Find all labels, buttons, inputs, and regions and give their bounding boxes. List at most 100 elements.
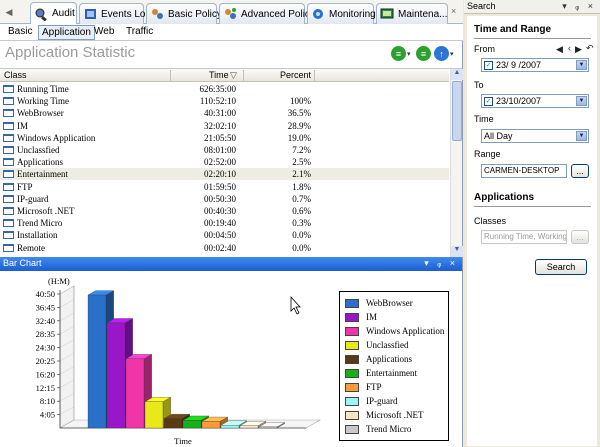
row-time: 40:31:00 — [203, 108, 236, 119]
tab-advanced-policy[interactable]: Advanced Policy — [219, 3, 315, 24]
legend-item: IP-guard — [345, 396, 450, 407]
table-row[interactable]: IM 32:02:10 28.9% — [0, 120, 449, 132]
tab-label: Monitoring — [329, 8, 376, 20]
tab-audit[interactable]: Audit — [30, 2, 77, 24]
row-class: Applications — [17, 157, 63, 168]
prev-arrow-icon[interactable]: ◀ — [556, 44, 563, 55]
range-browse-button[interactable]: ... — [571, 164, 589, 178]
refresh-button[interactable]: ≡ — [416, 46, 431, 61]
subtab-traffic[interactable]: Traffic — [123, 25, 156, 40]
table-row[interactable]: Microsoft .NET 00:40:30 0.6% — [0, 205, 449, 217]
table-row[interactable]: Windows Application 21:05:50 19.0% — [0, 132, 449, 144]
subtab-basic[interactable]: Basic — [5, 25, 35, 40]
application-class-icon — [3, 133, 14, 142]
legend-item: WebBrowser — [345, 298, 450, 309]
navigate-dropdown-icon[interactable]: ▾ — [450, 50, 456, 58]
table-row[interactable]: Running Time 626:35:00 — [0, 83, 449, 95]
search-button[interactable]: Search — [535, 259, 587, 275]
table-row[interactable]: Trend Micro 00:19:40 0.3% — [0, 217, 449, 229]
view-mode-button[interactable]: ≡ — [391, 46, 406, 61]
legend-swatch — [345, 369, 359, 378]
application-class-icon — [3, 170, 14, 179]
table-row[interactable]: Unclassfied 08:01:00 7.2% — [0, 144, 449, 156]
row-percent: 1.8% — [292, 181, 311, 192]
row-class: Unclassfied — [17, 145, 60, 155]
row-class: Running Time — [17, 84, 69, 94]
row-class: IM — [17, 120, 28, 131]
row-time: 02:52:00 — [203, 157, 236, 168]
table-row[interactable]: IP-guard 00:50:30 0.7% — [0, 193, 449, 205]
column-header-percent[interactable]: Percent — [280, 70, 311, 80]
divider — [474, 38, 591, 39]
bar — [201, 421, 221, 429]
to-date-field[interactable]: ✓ 23/10/2007 ▼ — [481, 94, 589, 108]
table-row[interactable]: WebBrowser 40:31:00 36.5% — [0, 107, 449, 119]
subtab-application[interactable]: Application — [38, 25, 95, 40]
table-row[interactable]: FTP 01:59:50 1.8% — [0, 181, 449, 193]
panel-controls-icon[interactable]: ▾ ᵩ × — [562, 1, 596, 12]
search-panel-title: Search — [467, 1, 496, 11]
range-field[interactable]: CARMEN-DESKTOP — [481, 164, 567, 178]
table-scrollbar[interactable]: ▲ ▼ — [450, 69, 463, 257]
navigate-button[interactable]: ↑ — [434, 46, 449, 61]
panel-controls-icon[interactable]: ▾ ᵩ × — [424, 258, 458, 269]
tab-basic-policy[interactable]: Basic Policy — [146, 3, 222, 24]
next-arrow-icon[interactable]: ▶ — [575, 44, 582, 55]
legend-label: Entertainment — [366, 368, 417, 378]
range-label: Range — [474, 149, 501, 159]
main-window: ◀ Audit Events Log Basic Policy Advanced… — [0, 0, 463, 447]
application-class-icon — [3, 231, 14, 240]
statistic-subtabs: Basic Application Web Traffic — [0, 24, 463, 41]
to-checkbox-icon[interactable]: ✓ — [484, 97, 493, 106]
time-select[interactable]: All Day ▼ — [481, 129, 589, 143]
row-class: Remote — [17, 242, 45, 253]
statistic-table: Class Time ▽ Percent Running Time 626:35:… — [0, 68, 463, 257]
bar-chart-titlebar: Bar Chart ▾ ᵩ × — [0, 257, 462, 271]
bar — [220, 425, 240, 429]
reset-arrow-icon[interactable]: ↶ — [586, 43, 594, 54]
chevron-down-icon[interactable]: ▼ — [576, 60, 587, 70]
column-header-class[interactable]: Class — [4, 70, 27, 80]
bar-chart-title: Bar Chart — [3, 258, 42, 268]
legend-label: IM — [366, 312, 377, 322]
tab-monitoring[interactable]: Monitoring — [307, 3, 376, 24]
table-row[interactable]: Installation 00:04:50 0.0% — [0, 229, 449, 241]
table-row[interactable]: Remote 00:02:40 0.0% — [0, 242, 449, 254]
from-date-field[interactable]: ✓ 23/ 9 /2007 ▼ — [481, 58, 589, 72]
column-header-time[interactable]: Time — [209, 70, 229, 80]
tab-events-log[interactable]: Events Log — [79, 3, 151, 24]
prev-small-arrow-icon[interactable]: ‹ — [568, 43, 571, 53]
scroll-down-icon[interactable]: ▼ — [451, 246, 463, 257]
tab-scroll-left-icon[interactable]: ◀ — [1, 2, 17, 22]
chevron-down-icon[interactable]: ▼ — [576, 131, 587, 141]
table-row[interactable]: Entertainment 02:20:10 2.1% — [0, 168, 449, 181]
tab-maintenance[interactable]: Maintena... — [376, 3, 448, 24]
from-checkbox-icon[interactable]: ✓ — [484, 61, 493, 70]
row-time: 00:02:40 — [203, 242, 236, 253]
tab-close-icon[interactable]: × — [451, 6, 456, 16]
classes-browse-button[interactable]: ... — [571, 230, 589, 244]
legend-item: Microsoft .NET — [345, 410, 450, 421]
scrollbar-thumb[interactable] — [452, 81, 462, 141]
row-percent: 100% — [290, 96, 311, 107]
table-row[interactable]: Working Time 110:52:10 100% — [0, 95, 449, 107]
row-class: Windows Application — [17, 132, 96, 143]
table-row[interactable]: Applications 02:52:00 2.5% — [0, 156, 449, 168]
classes-field[interactable]: Running Time, Working — [481, 230, 567, 244]
scroll-up-icon[interactable]: ▲ — [451, 69, 463, 80]
chevron-down-icon[interactable]: ▼ — [576, 96, 587, 106]
subtab-web[interactable]: Web — [91, 25, 117, 40]
x-axis-label: Time — [174, 436, 192, 446]
legend-label: Applications — [366, 354, 412, 364]
view-mode-dropdown-icon[interactable]: ▾ — [407, 50, 413, 58]
row-time: 32:02:10 — [203, 120, 236, 131]
bar — [182, 420, 202, 429]
section-applications: Applications — [474, 192, 535, 203]
row-percent: 28.9% — [287, 120, 311, 131]
bar — [144, 401, 164, 429]
application-class-icon — [3, 219, 14, 228]
legend-item: FTP — [345, 382, 450, 393]
y-tick-label: 32:40 — [36, 316, 55, 326]
row-time: 110:52:10 — [199, 96, 236, 107]
row-class: Installation — [17, 230, 58, 241]
